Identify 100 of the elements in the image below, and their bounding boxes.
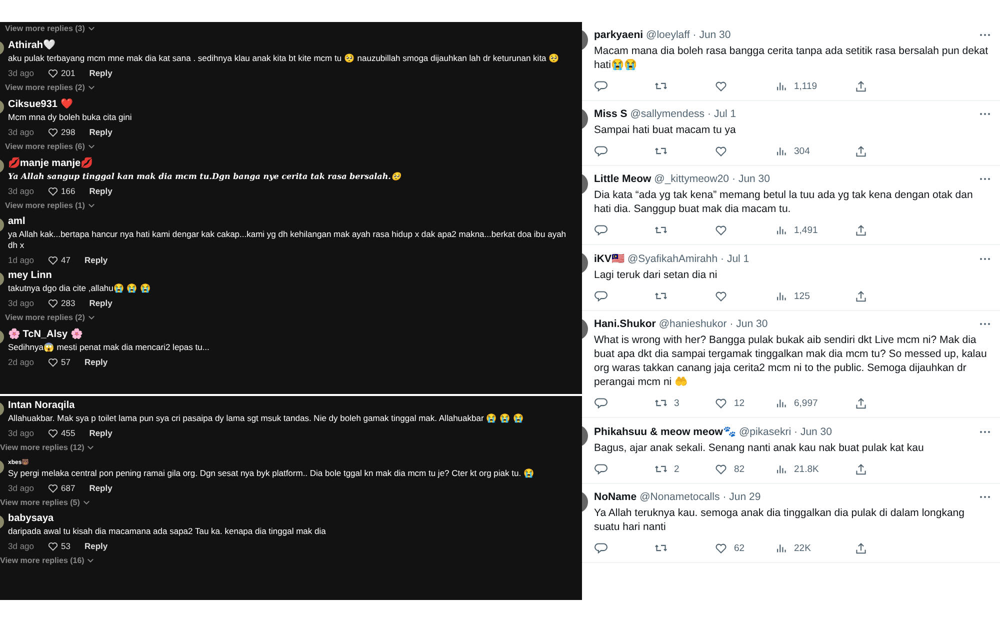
share-icon[interactable] xyxy=(854,463,868,475)
like-heart-icon[interactable] xyxy=(48,428,58,438)
like-heart-icon[interactable] xyxy=(48,68,58,78)
share-icon[interactable] xyxy=(854,290,868,302)
tweet-date[interactable]: · Jun 30 xyxy=(730,318,768,330)
chevron-down-icon[interactable] xyxy=(88,203,95,208)
bar-chart-icon[interactable] xyxy=(774,145,788,157)
view-replies-link[interactable]: View more replies (6) xyxy=(5,142,85,151)
user-handle[interactable]: @hanieshukor xyxy=(658,318,727,330)
user-handle[interactable]: @loeylaff xyxy=(646,29,690,41)
user-handle[interactable]: @pikasekri xyxy=(738,426,792,438)
bar-chart-icon[interactable] xyxy=(774,224,788,236)
reply-button[interactable]: Reply xyxy=(89,298,112,308)
reply-button[interactable]: Reply xyxy=(89,186,112,196)
like-heart-icon[interactable] xyxy=(48,256,58,264)
heart-icon[interactable] xyxy=(714,224,728,236)
view-replies-link[interactable]: View more replies (12) xyxy=(0,443,84,452)
user-handle[interactable]: @_kittymeow20 xyxy=(654,173,730,185)
username[interactable]: mey Linn xyxy=(8,270,52,281)
display-name[interactable]: iKV🇲🇾 xyxy=(594,252,625,265)
reply-button[interactable]: Reply xyxy=(89,127,112,137)
tweet-date[interactable]: · Jun 29 xyxy=(722,491,761,503)
retweet-icon[interactable] xyxy=(654,397,668,409)
reply-button[interactable]: Reply xyxy=(84,255,108,265)
reply-icon[interactable] xyxy=(594,463,608,475)
share-icon[interactable] xyxy=(854,542,868,554)
display-name[interactable]: Hani.Shukor xyxy=(594,318,656,330)
retweet-icon[interactable] xyxy=(654,224,668,236)
heart-icon[interactable] xyxy=(714,397,728,409)
username[interactable]: Ciksue931 ❤ xyxy=(8,98,72,110)
heart-icon[interactable] xyxy=(714,542,728,554)
view-replies-link[interactable]: View more replies (2) xyxy=(5,83,85,92)
heart-icon[interactable] xyxy=(714,145,728,157)
share-icon[interactable] xyxy=(854,145,868,157)
chevron-down-icon[interactable] xyxy=(88,26,95,31)
reply-icon[interactable] xyxy=(594,80,608,92)
like-heart-icon[interactable] xyxy=(48,484,58,492)
user-handle[interactable]: @Nonametocalls xyxy=(640,491,720,503)
bar-chart-icon[interactable] xyxy=(774,463,788,475)
display-name[interactable]: NoName xyxy=(594,491,637,503)
share-icon[interactable] xyxy=(854,80,868,92)
reply-button[interactable]: Reply xyxy=(84,357,108,367)
username[interactable]: 🌸 TcN_Alsy 🌸 xyxy=(8,328,82,340)
tweet-date[interactable]: · Jun 30 xyxy=(794,426,832,438)
username[interactable]: 💋manje manje💋 xyxy=(8,157,93,169)
like-heart-icon[interactable] xyxy=(48,128,58,136)
like-heart-icon[interactable] xyxy=(48,186,58,196)
chevron-down-icon[interactable] xyxy=(88,144,95,149)
user-handle[interactable]: @sallymendess xyxy=(630,108,705,120)
retweet-icon[interactable] xyxy=(654,463,668,475)
heart-icon[interactable] xyxy=(714,80,728,92)
view-replies-link[interactable]: View more replies (16) xyxy=(0,556,84,565)
user-handle[interactable]: @SyafikahAmirahh xyxy=(628,252,718,264)
like-heart-icon[interactable] xyxy=(48,358,58,366)
heart-icon[interactable] xyxy=(714,463,728,475)
reply-button[interactable]: Reply xyxy=(89,68,112,78)
view-replies-link[interactable]: View more replies (2) xyxy=(5,313,85,322)
display-name[interactable]: Phikahsuu & meow meow🐾 xyxy=(594,425,736,438)
view-replies-link[interactable]: View more replies (3) xyxy=(5,24,85,33)
username[interactable]: aml xyxy=(8,216,26,227)
reply-icon[interactable] xyxy=(594,145,608,157)
chevron-down-icon[interactable] xyxy=(88,315,95,320)
display-name[interactable]: Little Meow xyxy=(594,173,652,185)
username[interactable]: babysaya xyxy=(8,513,54,524)
bar-chart-icon[interactable] xyxy=(774,542,788,554)
reply-button[interactable]: Reply xyxy=(89,483,112,493)
tweet-date[interactable]: · Jul 1 xyxy=(720,252,750,264)
display-name[interactable]: parkyaeni xyxy=(594,29,644,41)
like-count: 166 xyxy=(61,186,76,196)
chevron-down-icon[interactable] xyxy=(87,558,94,563)
chevron-down-icon[interactable] xyxy=(87,445,94,450)
retweet-icon[interactable] xyxy=(654,145,668,157)
retweet-icon[interactable] xyxy=(654,290,668,302)
retweet-icon[interactable] xyxy=(654,542,668,554)
tweet-date[interactable]: · Jul 1 xyxy=(708,108,736,120)
view-replies-link[interactable]: View more replies (5) xyxy=(0,498,80,507)
username[interactable]: Intan Noraqila xyxy=(8,400,75,411)
bar-chart-icon[interactable] xyxy=(774,80,788,92)
username[interactable]: Athirah🤍 xyxy=(8,39,55,51)
display-name[interactable]: Miss S xyxy=(594,108,628,120)
reply-icon[interactable] xyxy=(594,224,608,236)
tweet-date[interactable]: · Jun 30 xyxy=(732,173,770,185)
chevron-down-icon[interactable] xyxy=(88,85,95,90)
share-icon[interactable] xyxy=(854,397,868,409)
reply-button[interactable]: Reply xyxy=(89,428,112,438)
like-heart-icon[interactable] xyxy=(48,542,58,550)
like-count: 47 xyxy=(61,255,70,265)
reply-icon[interactable] xyxy=(594,397,608,409)
view-replies-link[interactable]: View more replies (1) xyxy=(5,201,85,210)
heart-icon[interactable] xyxy=(714,290,728,302)
reply-icon[interactable] xyxy=(594,542,608,554)
bar-chart-icon[interactable] xyxy=(774,290,788,302)
share-icon[interactable] xyxy=(854,224,868,236)
tweet-date[interactable]: · Jun 30 xyxy=(692,29,731,41)
like-heart-icon[interactable] xyxy=(48,298,58,308)
reply-icon[interactable] xyxy=(594,290,608,302)
retweet-icon[interactable] xyxy=(654,80,668,92)
reply-button[interactable]: Reply xyxy=(84,541,108,551)
bar-chart-icon[interactable] xyxy=(774,397,788,409)
chevron-down-icon[interactable] xyxy=(82,500,90,505)
